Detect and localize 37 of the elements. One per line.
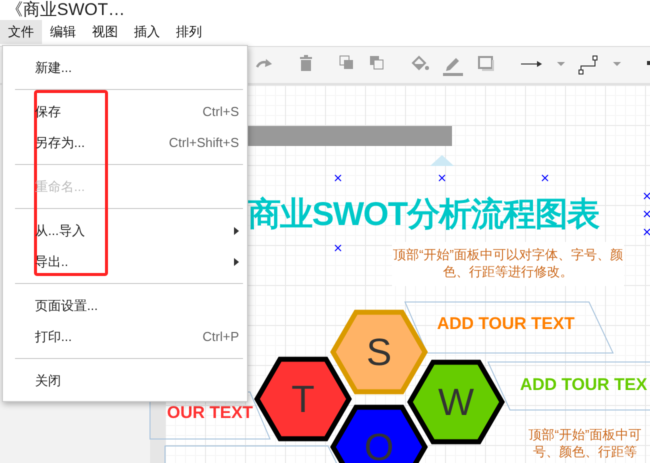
menu-bar-item[interactable]: 编辑 [42,20,84,44]
selection-handle-icon[interactable] [644,210,650,218]
banner-text: ADD TOUR TEX [520,375,648,395]
menu-item[interactable]: 打印... [35,328,72,346]
tip-text-line: 顶部“开始”面板中可 [528,426,642,443]
hexagon-letter: W [438,382,474,424]
menu-item[interactable]: 新建... [35,58,72,76]
hexagon-letter: S [366,332,392,374]
banner-text: OUR TEXT [167,403,253,423]
hexagon-shape[interactable] [330,404,428,463]
waypoint-icon[interactable] [578,54,600,76]
hexagon-shape[interactable] [254,356,352,442]
menu-bar-item[interactable]: 插入 [126,20,168,44]
hexagon-shape[interactable] [330,310,428,394]
menu-bar-item[interactable]: 排列 [168,20,210,44]
hexagon-letter: T [291,379,315,421]
hexagon-shape[interactable] [407,360,505,444]
diagram-title: 商业SWOT分析流程图表 [248,194,599,234]
menu-item[interactable]: 页面设置... [35,296,98,314]
banner-text: ADD TOUR TEXT [437,314,575,334]
tip-text-line: 号、颜色、行距等 [532,443,638,460]
document-title: 《商业SWOT… [6,0,125,20]
menu-bar-item[interactable]: 视图 [84,20,126,44]
selection-handle-icon[interactable] [644,228,650,236]
shortcut-label: Ctrl+P [202,329,239,344]
selection-handle-icon[interactable] [334,244,342,252]
selection-handle-icon[interactable] [542,174,548,182]
selection-handle-icon[interactable] [334,174,342,182]
shortcut-label: Ctrl+S [202,104,239,119]
tip-text: 顶部“开始”面板中可以对字体、字号、颜色、行距等进行修改。 [392,242,624,286]
menu-bar-item[interactable]: 文件 [0,20,42,44]
hexagon-letter: O [364,427,394,463]
shortcut-label: Ctrl+Shift+S [168,135,239,150]
menu-item[interactable]: 关闭 [35,372,61,390]
selection-handle-icon[interactable] [438,174,446,182]
banner-outline[interactable] [487,362,650,410]
selection-handle-icon[interactable] [644,192,650,200]
